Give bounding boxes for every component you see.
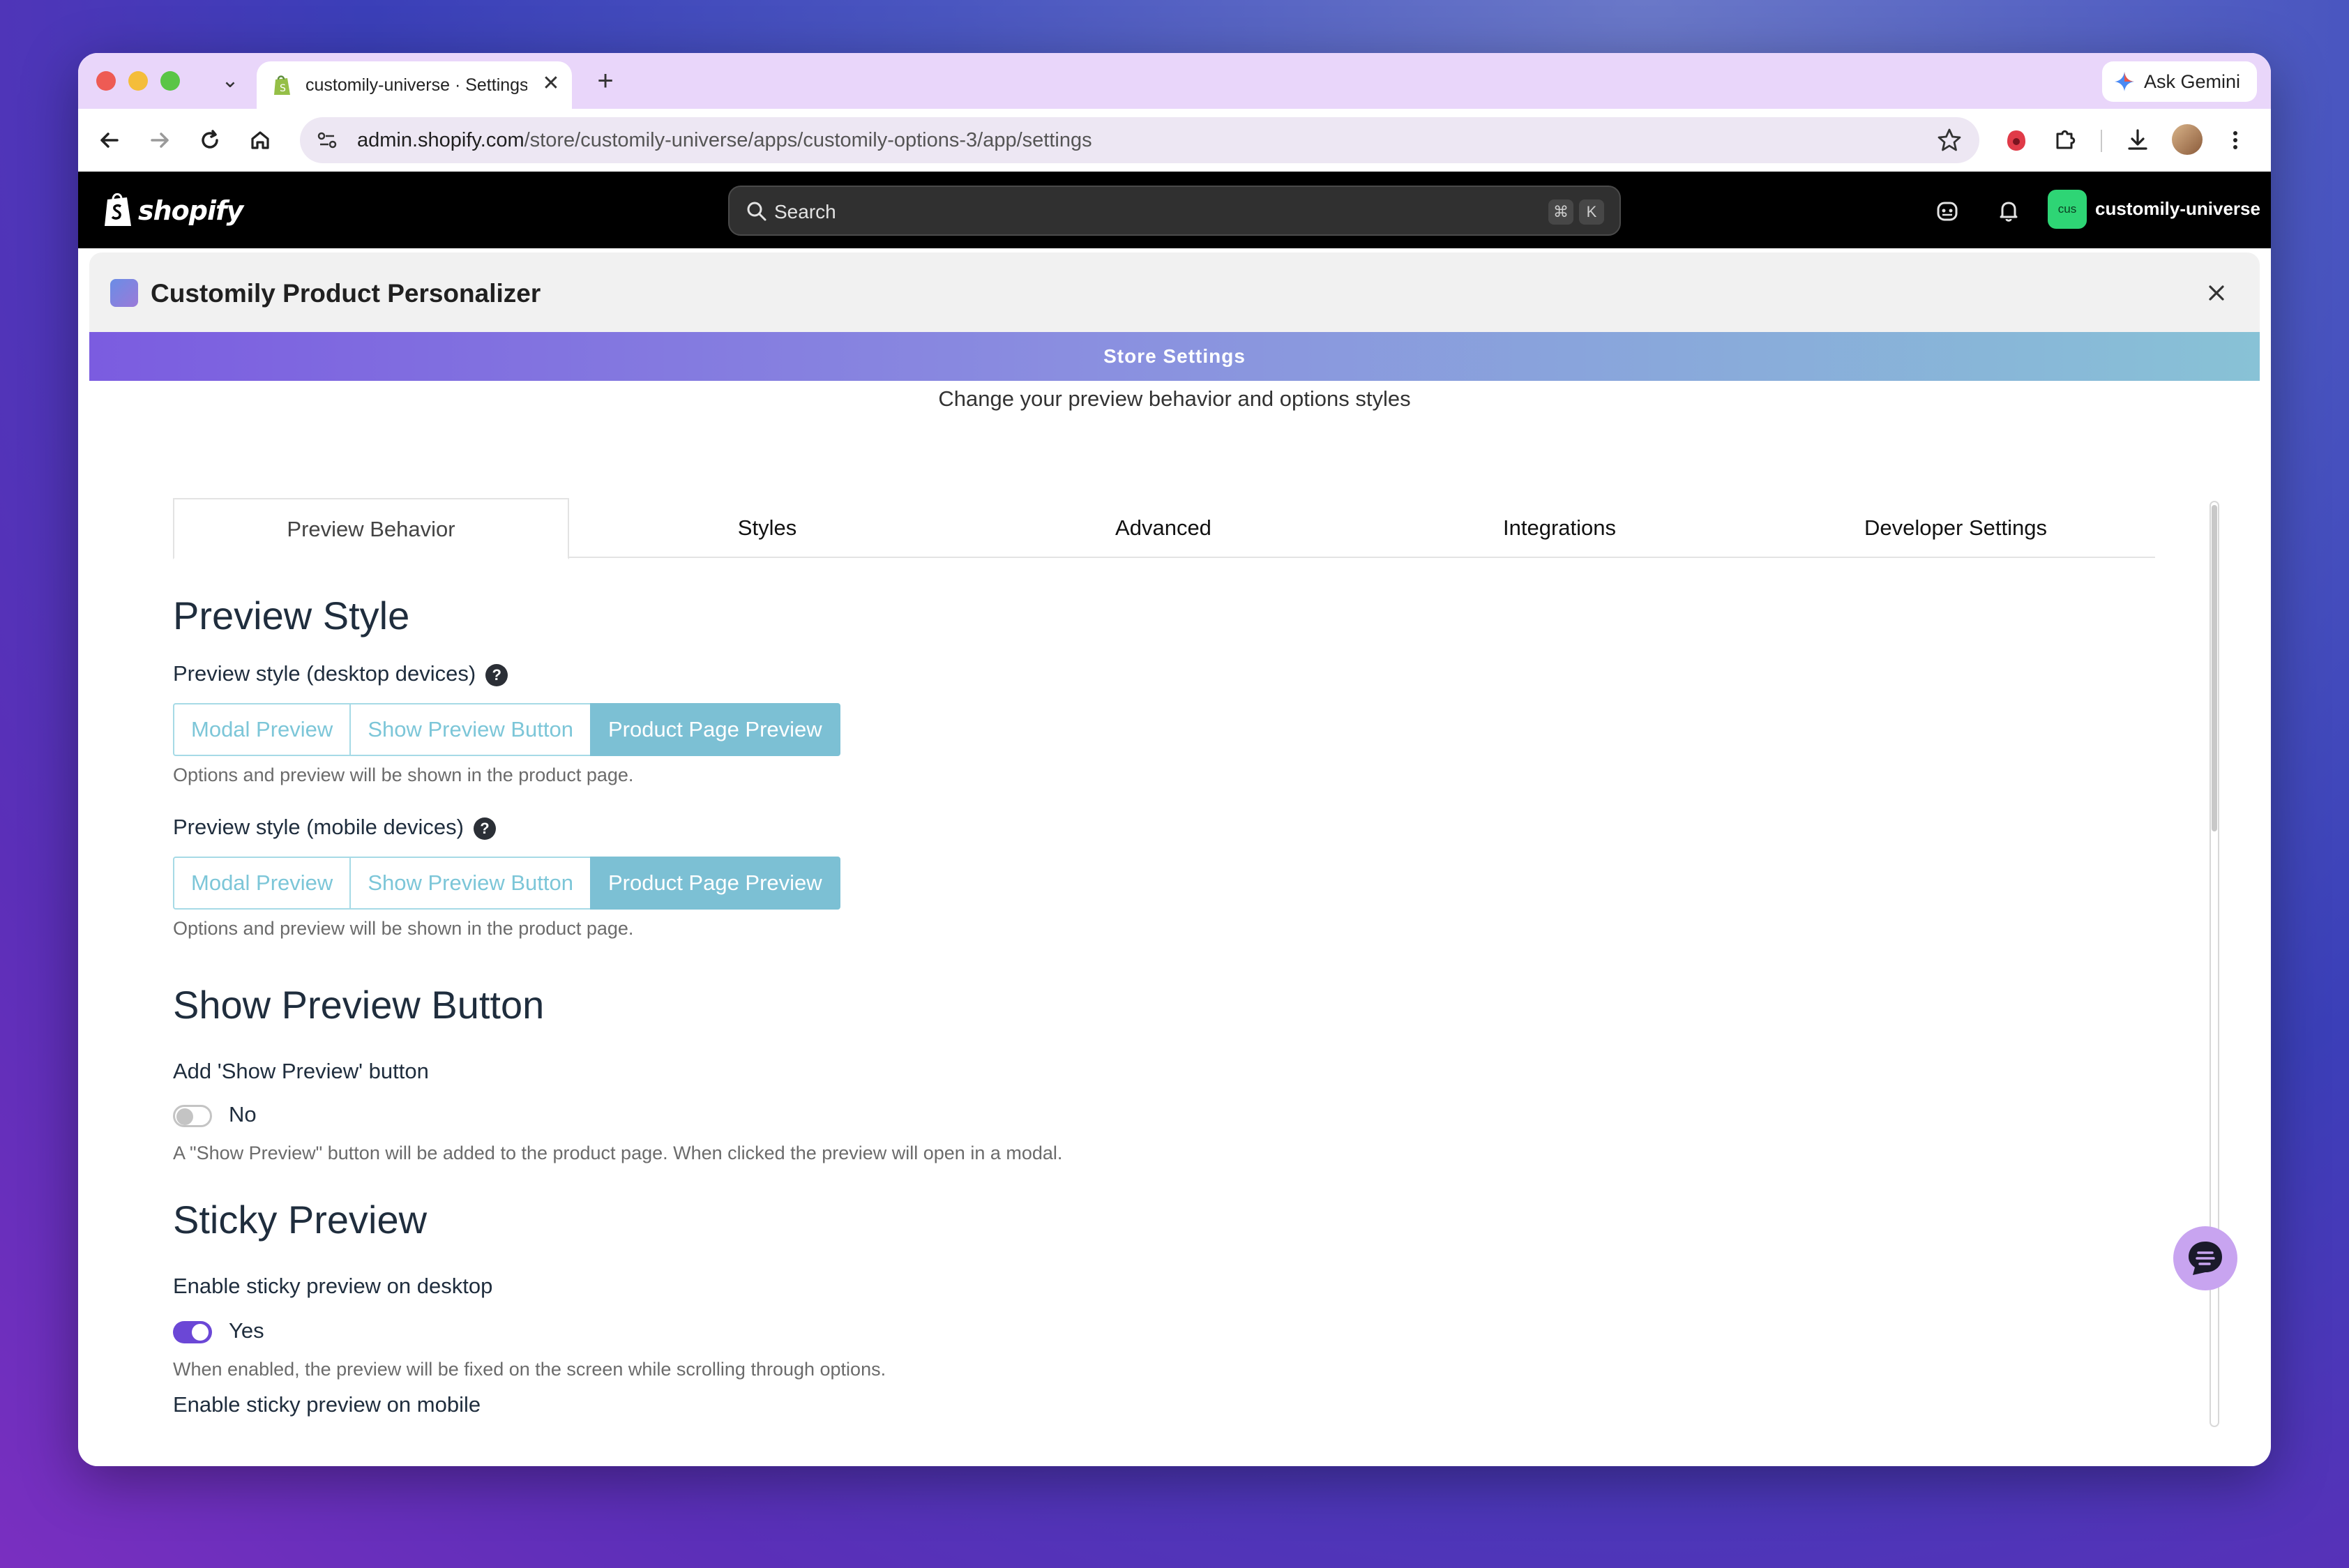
store-name[interactable]: customily-universe [2095,198,2260,220]
desktop-preview-segmented: Modal Preview Show Preview Button Produc… [173,703,840,756]
desktop-product-page-preview-button[interactable]: Product Page Preview [589,703,840,756]
reload-icon [202,130,218,149]
bookmark-star-icon[interactable] [1935,126,1964,155]
tab-styles[interactable]: Styles [569,498,965,558]
tab-search-icon[interactable]: ⌄ [215,66,246,96]
settings-tabs: Preview Behavior Styles Advanced Integra… [173,498,2155,559]
preview-style-heading: Preview Style [173,594,410,638]
show-preview-toggle-value: No [229,1102,257,1126]
close-window-button[interactable] [96,71,116,91]
url-path: /store/customily-universe/apps/customily… [524,129,1092,151]
app-frame: Customily Product Personalizer Store Set… [89,252,2260,1466]
help-icon[interactable]: ? [485,663,508,686]
mobile-preview-label-text: Preview style (mobile devices) [173,815,464,839]
sticky-desktop-toggle-value: Yes [229,1318,264,1343]
forward-button[interactable] [144,124,176,156]
gemini-sparkle-icon [2114,72,2134,91]
home-icon [251,131,269,149]
help-icon[interactable]: ? [473,817,496,840]
ask-gemini-label: Ask Gemini [2143,71,2240,92]
browser-window: ⌄ S customily-universe · Settings · Cust… [78,53,2271,1466]
scrollbar-thumb[interactable] [2212,505,2217,831]
mobile-preview-label: Preview style (mobile devices)? [173,815,496,840]
customily-logo-icon [110,279,138,307]
toggle-knob [192,1324,209,1341]
extension-icon[interactable] [2000,124,2032,156]
app-title: Customily Product Personalizer [151,279,541,308]
shopify-favicon-icon: S [274,75,290,95]
toggle-knob [176,1108,193,1125]
chat-icon [2189,1242,2222,1275]
show-preview-button-heading: Show Preview Button [173,983,545,1027]
mobile-product-page-preview-button[interactable]: Product Page Preview [589,857,840,910]
back-button[interactable] [93,124,126,156]
toolbar-divider [2101,130,2102,152]
search-icon [747,202,766,221]
desktop-preview-label-text: Preview style (desktop devices) [173,661,476,686]
shopify-wordmark: shopify [138,195,243,226]
page-subtitle: Change your preview behavior and options… [938,386,1411,411]
url-text: admin.shopify.com/store/customily-univer… [357,129,1092,152]
desktop-preview-hint: Options and preview will be shown in the… [173,764,634,785]
sticky-desktop-label: Enable sticky preview on desktop [173,1274,493,1298]
address-bar[interactable]: admin.shopify.com/store/customily-univer… [300,117,1979,163]
profile-avatar[interactable] [2172,124,2203,155]
download-icon[interactable] [2122,124,2154,156]
menu-kebab-icon[interactable] [2219,124,2251,156]
desktop-preview-label: Preview style (desktop devices)? [173,661,508,686]
tab-preview-behavior[interactable]: Preview Behavior [173,498,569,559]
app-header: Customily Product Personalizer [89,252,2260,332]
tab-strip: ⌄ S customily-universe · Settings · Cust… [78,53,2271,109]
store-settings-banner: Store Settings [89,332,2260,381]
mobile-preview-segmented: Modal Preview Show Preview Button Produc… [173,857,840,910]
search-placeholder: Search [774,201,836,223]
tab-close-icon[interactable]: ✕ [538,71,564,96]
home-button[interactable] [244,124,276,156]
tab-advanced[interactable]: Advanced [965,498,1361,558]
minimize-window-button[interactable] [128,71,148,91]
shopify-admin-bar: shopify Search ⌘ K cus customily-univers… [78,172,2271,248]
ask-gemini-button[interactable]: Ask Gemini [2101,61,2257,102]
bell-icon[interactable] [1993,195,2024,226]
shortcut-k-key: K [1579,199,1604,225]
tab-integrations[interactable]: Integrations [1361,498,1758,558]
shortcut-cmd-key: ⌘ [1548,199,1573,225]
sticky-mobile-label: Enable sticky preview on mobile [173,1392,481,1417]
sticky-desktop-toggle[interactable] [173,1321,212,1343]
shopify-bag-icon [105,193,131,226]
sticky-preview-heading: Sticky Preview [173,1198,428,1242]
desktop-show-preview-button-option[interactable]: Show Preview Button [349,703,591,756]
browser-toolbar: admin.shopify.com/store/customily-univer… [78,109,2271,172]
arrow-right-icon [151,133,169,148]
show-preview-button-label: Add 'Show Preview' button [173,1059,429,1083]
close-icon[interactable] [2201,278,2232,308]
browser-tab-active[interactable]: S customily-universe · Settings · Custom… [257,61,572,109]
store-avatar-badge[interactable]: cus [2048,190,2087,229]
puzzle-extensions-icon[interactable] [2049,124,2081,156]
show-preview-toggle[interactable] [173,1105,212,1127]
settings-content: Preview Behavior Styles Advanced Integra… [89,420,2260,1466]
sidekick-icon[interactable] [1932,195,1963,226]
new-tab-icon[interactable]: + [590,66,621,96]
mobile-preview-hint: Options and preview will be shown in the… [173,918,634,939]
site-settings-icon[interactable] [311,124,343,156]
url-host: admin.shopify.com [357,129,524,151]
mobile-show-preview-button-option[interactable]: Show Preview Button [349,857,591,910]
sticky-preview-hint: When enabled, the preview will be fixed … [173,1359,886,1380]
maximize-window-button[interactable] [160,71,180,91]
tab-developer-settings[interactable]: Developer Settings [1758,498,2154,558]
arrow-left-icon [100,133,119,148]
tab-title: customily-universe · Settings · Customil… [305,75,527,95]
svg-text:S: S [280,83,286,94]
chat-button[interactable] [2173,1226,2237,1290]
show-preview-button-hint: A "Show Preview" button will be added to… [173,1143,1063,1163]
admin-search-input[interactable]: Search ⌘ K [728,186,1621,236]
desktop-modal-preview-button[interactable]: Modal Preview [173,703,352,756]
reload-button[interactable] [194,124,226,156]
mobile-modal-preview-button[interactable]: Modal Preview [173,857,352,910]
